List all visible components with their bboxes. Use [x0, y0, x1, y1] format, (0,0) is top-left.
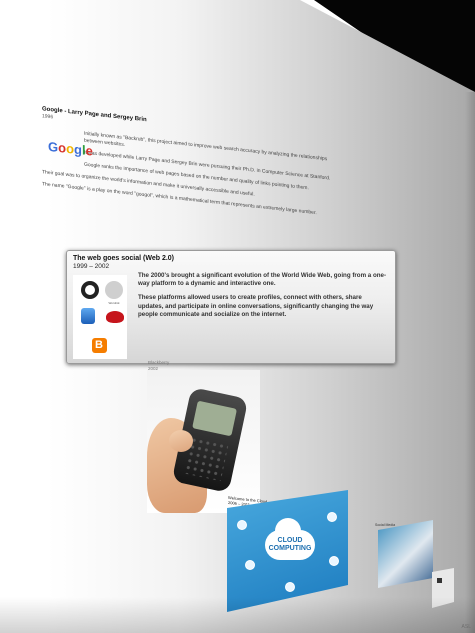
- google-logo-letter: o: [58, 139, 67, 156]
- network-node: [245, 560, 255, 570]
- card-paragraph: The 2000's brought a significant evoluti…: [138, 272, 387, 288]
- social-logos: Wordnik: [73, 275, 127, 359]
- card-paragraph: These platforms allowed users to create …: [138, 294, 374, 318]
- panel-edge-shadow: [465, 92, 475, 633]
- thumb-shape: [169, 430, 193, 452]
- google-logo-letter: e: [85, 142, 93, 159]
- next-entry-image[interactable]: [432, 568, 454, 608]
- social-media-caption: Social Media: [375, 523, 396, 527]
- blogger-icon: [92, 338, 107, 353]
- google-logo-letter: g: [74, 141, 82, 158]
- pager-screen: [192, 400, 238, 437]
- cloud-label: CLOUD COMPUTING: [268, 537, 312, 552]
- network-node: [237, 520, 247, 530]
- itunes-icon: [81, 308, 95, 324]
- network-node: [327, 512, 337, 522]
- google-logo: Google: [48, 138, 93, 159]
- network-node: [329, 556, 339, 566]
- google-logo-letter: G: [48, 138, 59, 155]
- google-logo-letter: o: [66, 140, 75, 157]
- card-years: 1999 – 2002: [73, 263, 110, 270]
- cherry-icon: [106, 311, 124, 323]
- napster-icon: [81, 281, 99, 299]
- wordnik-icon: [105, 281, 123, 299]
- card-body: The 2000's brought a significant evoluti…: [138, 272, 388, 325]
- web20-popup-card[interactable]: The web goes social (Web 2.0) 1999 – 200…: [66, 250, 396, 364]
- watermark: ASL: [461, 624, 471, 630]
- social-media-image[interactable]: [378, 520, 433, 588]
- blackberry-photo[interactable]: [147, 370, 260, 513]
- wordnik-label: Wordnik: [108, 301, 120, 305]
- card-title: The web goes social (Web 2.0): [73, 255, 175, 262]
- network-node: [285, 582, 295, 592]
- card-header: The web goes social (Web 2.0) 1999 – 200…: [73, 255, 174, 270]
